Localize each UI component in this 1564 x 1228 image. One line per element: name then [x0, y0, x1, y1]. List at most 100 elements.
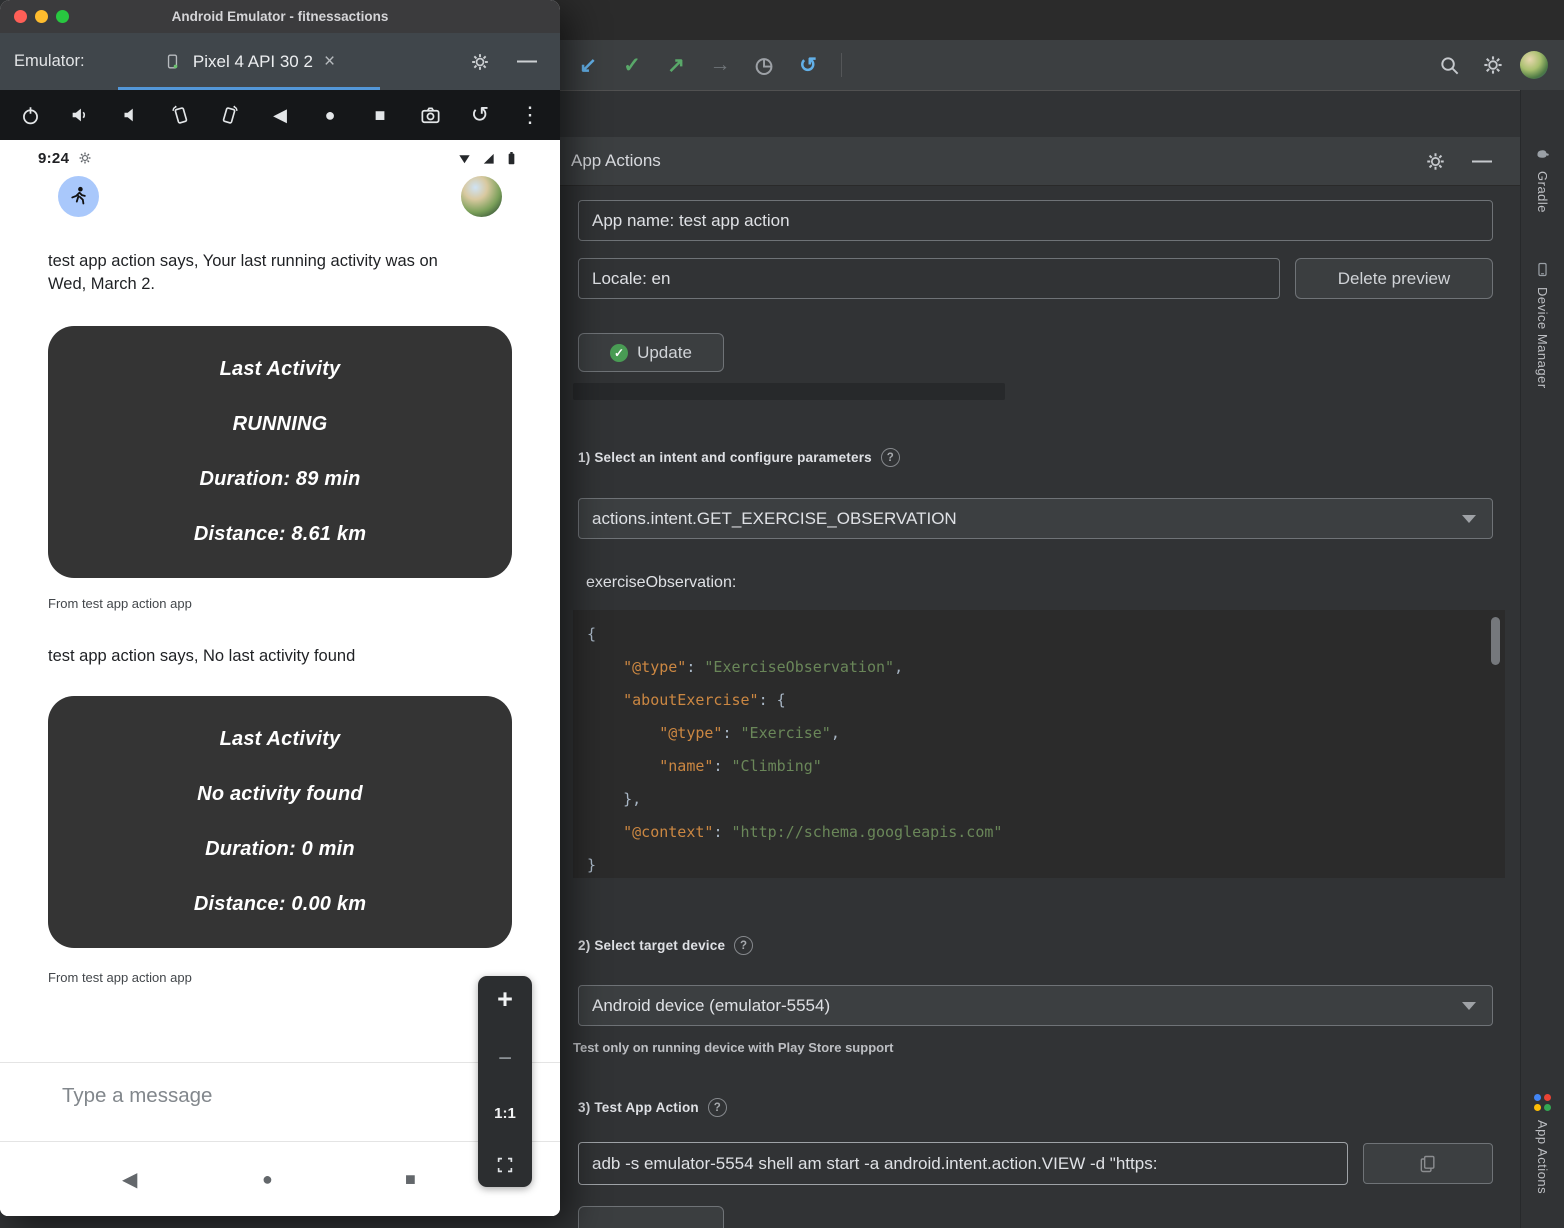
- device-dropdown[interactable]: Android device (emulator-5554): [578, 985, 1493, 1026]
- section-select-intent-label: 1) Select an intent and configure parame…: [578, 450, 872, 465]
- panel-gear-icon[interactable]: [1425, 151, 1446, 172]
- json-editor[interactable]: { "@type": "ExerciseObservation", "about…: [573, 610, 1505, 878]
- code-line: },: [587, 783, 1505, 816]
- tab-close-icon[interactable]: ×: [324, 51, 335, 73]
- settings-gear-icon[interactable]: [1476, 48, 1510, 82]
- undo-icon[interactable]: ↺: [791, 48, 825, 82]
- emulator-gear-icon[interactable]: [470, 33, 490, 90]
- code-line: {: [587, 618, 1505, 651]
- status-time: 9:24: [38, 150, 69, 167]
- overview-button[interactable]: ■: [362, 90, 398, 140]
- emulator-label: Emulator:: [14, 33, 85, 90]
- activity-card: Last Activity No activity found Duration…: [48, 696, 512, 948]
- home-button[interactable]: ●: [312, 90, 348, 140]
- device-manager-icon: [1534, 261, 1551, 278]
- copy-command-button[interactable]: [1363, 1143, 1493, 1184]
- tab-title: Pixel 4 API 30 2: [193, 52, 313, 72]
- from-label: From test app action app: [48, 970, 192, 985]
- editor-scrollbar[interactable]: [1491, 617, 1500, 665]
- studio-titlebar-strip: [555, 0, 1564, 40]
- back-button[interactable]: ◀: [262, 90, 298, 140]
- update-button[interactable]: ✓ Update: [578, 333, 724, 372]
- assistant-avatar: [58, 176, 99, 217]
- device-dropdown-value: Android device (emulator-5554): [592, 996, 830, 1016]
- intent-dropdown[interactable]: actions.intent.GET_EXERCISE_OBSERVATION: [578, 498, 1493, 539]
- chevron-down-icon: [1462, 1002, 1476, 1010]
- volume-down-button[interactable]: [112, 90, 148, 140]
- update-button-label: Update: [637, 343, 692, 363]
- message-input[interactable]: Type a message: [62, 1084, 212, 1108]
- user-avatar: [461, 176, 502, 217]
- section-test-app-action: 3) Test App Action ?: [578, 1098, 727, 1117]
- power-button[interactable]: [12, 90, 48, 140]
- code-line: "@context": "http://schema.googleapis.co…: [587, 816, 1505, 849]
- tool-button-app-actions[interactable]: App Actions: [1534, 1094, 1551, 1194]
- emulator-minimize-icon[interactable]: —: [517, 33, 537, 90]
- rotate-right-button[interactable]: [212, 90, 248, 140]
- parameter-label: exerciseObservation:: [586, 574, 736, 592]
- phone-icon: [163, 52, 182, 71]
- clock-icon[interactable]: ◷: [747, 48, 781, 82]
- zoom-ratio-button[interactable]: 1:1: [494, 1105, 516, 1122]
- card-distance: Distance: 8.61 km: [194, 523, 366, 546]
- toolbar-separator: [841, 53, 842, 77]
- gradle-icon: [1534, 145, 1551, 162]
- desktop: ↙ ✓ ↗ → ◷ ↺ App Actions — App name: test…: [0, 0, 1564, 1228]
- nav-back-button[interactable]: ◀: [122, 1142, 137, 1216]
- adb-command-field[interactable]: adb -s emulator-5554 shell am start -a a…: [578, 1142, 1348, 1185]
- rotate-left-button[interactable]: [162, 90, 198, 140]
- arrow-dim-icon[interactable]: →: [703, 48, 737, 82]
- card-duration: Duration: 89 min: [200, 468, 361, 491]
- device-hint: Test only on running device with Play St…: [573, 1040, 893, 1055]
- app-actions-panel-header: App Actions —: [555, 137, 1520, 186]
- help-icon[interactable]: ?: [881, 448, 900, 467]
- tool-button-gradle[interactable]: Gradle: [1534, 145, 1551, 213]
- code-line: "@type": "Exercise",: [587, 717, 1505, 750]
- user-profile-avatar[interactable]: [1520, 51, 1548, 79]
- chat-message: test app action says, No last activity f…: [48, 645, 480, 668]
- right-tool-strip: Gradle Device Manager App Actions: [1520, 90, 1564, 1228]
- card-distance: Distance: 0.00 km: [194, 893, 366, 916]
- section-select-intent: 1) Select an intent and configure parame…: [578, 448, 900, 467]
- more-button[interactable]: ⋮: [512, 90, 548, 140]
- arrow-down-left-icon[interactable]: ↙: [571, 48, 605, 82]
- status-bar: 9:24: [0, 144, 560, 172]
- nav-overview-button[interactable]: ■: [405, 1142, 416, 1216]
- zoom-fit-button[interactable]: [496, 1156, 514, 1174]
- snapshot-button[interactable]: ↺: [462, 90, 498, 140]
- zoom-out-button[interactable]: −: [498, 1047, 512, 1071]
- status-gear-icon: [78, 151, 92, 165]
- camera-button[interactable]: [412, 90, 448, 140]
- app-name-field[interactable]: App name: test app action: [578, 200, 1493, 241]
- locale-field[interactable]: Locale: en: [578, 258, 1280, 299]
- window-title: Android Emulator - fitnessactions: [0, 0, 560, 33]
- divider: [0, 1062, 560, 1063]
- code-line: "aboutExercise": {: [587, 684, 1505, 717]
- running-person-icon: [67, 185, 90, 208]
- help-icon[interactable]: ?: [708, 1098, 727, 1117]
- delete-preview-button[interactable]: Delete preview: [1295, 258, 1493, 299]
- copy-icon: [1418, 1154, 1438, 1174]
- card-status: RUNNING: [233, 413, 328, 436]
- emulator-device-tab[interactable]: Pixel 4 API 30 2 ×: [118, 33, 380, 90]
- tool-label-app-actions: App Actions: [1535, 1120, 1550, 1194]
- search-icon[interactable]: [1432, 48, 1466, 82]
- help-icon[interactable]: ?: [734, 936, 753, 955]
- signal-icon: [481, 151, 496, 166]
- volume-up-button[interactable]: [62, 90, 98, 140]
- nav-home-button[interactable]: ●: [262, 1142, 273, 1216]
- emulator-window: Android Emulator - fitnessactions Emulat…: [0, 0, 560, 1216]
- arrow-up-right-icon[interactable]: ↗: [659, 48, 693, 82]
- section-target-device: 2) Select target device ?: [578, 936, 753, 955]
- check-icon[interactable]: ✓: [615, 48, 649, 82]
- code-line: }: [587, 849, 1505, 882]
- panel-minimize-icon[interactable]: —: [1472, 150, 1492, 173]
- json-editor-content: { "@type": "ExerciseObservation", "about…: [587, 618, 1505, 882]
- wifi-icon: [457, 151, 472, 166]
- chat-message: test app action says, Your last running …: [48, 250, 480, 296]
- zoom-panel: + − 1:1: [478, 976, 532, 1187]
- zoom-in-button[interactable]: +: [497, 986, 513, 1013]
- tool-button-device-manager[interactable]: Device Manager: [1534, 261, 1551, 389]
- chevron-down-icon: [1462, 515, 1476, 523]
- cutoff-button[interactable]: [578, 1206, 724, 1228]
